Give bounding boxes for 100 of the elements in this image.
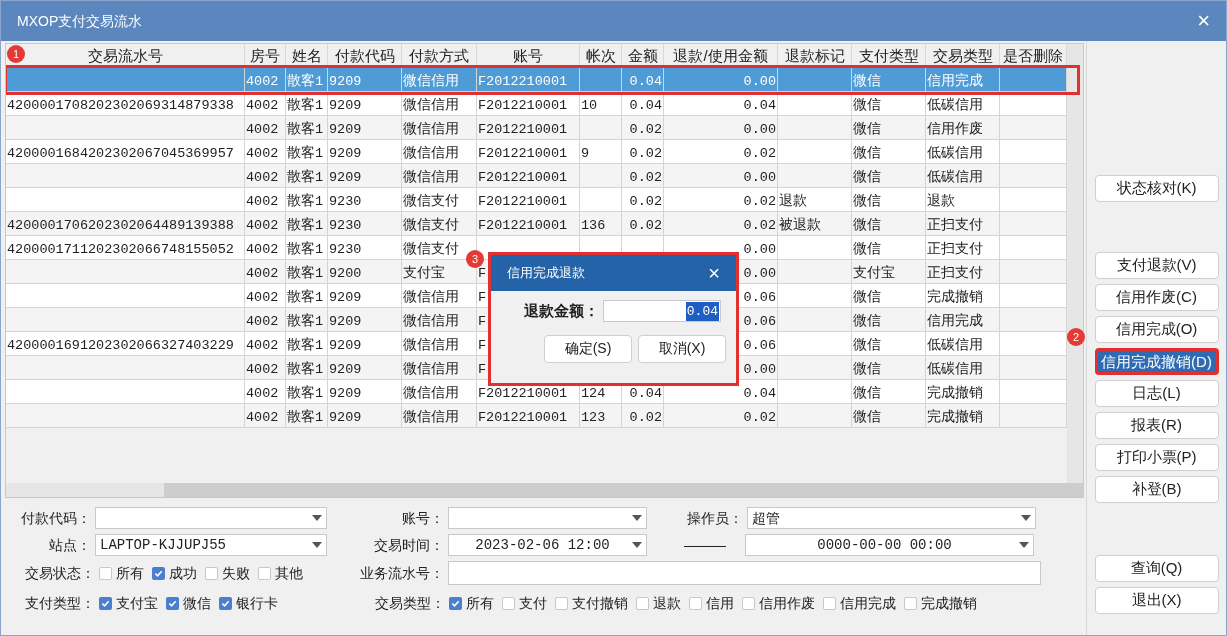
table-cell: 微信 [853, 98, 881, 113]
table-cell: 微信信用 [403, 122, 459, 137]
table-cell: 散客1 [287, 122, 324, 137]
dialog-title: 信用完成退款 [507, 264, 586, 283]
table-cell: 124 [581, 386, 606, 401]
table-cell: 4200001708202302069314879338 [7, 98, 234, 113]
table-cell: 完成撤销 [927, 290, 983, 305]
table-cell: 0.04 [743, 98, 776, 113]
table-cell: 0.02 [629, 194, 662, 209]
checkbox-label: 支付撤销 [572, 593, 628, 613]
table-cell: 散客1 [287, 266, 324, 281]
table-cell: 0.00 [743, 266, 776, 281]
table-cell: 9209 [329, 314, 362, 329]
table-cell: 散客1 [287, 74, 324, 89]
table-cell: 微信 [853, 338, 881, 353]
table-cell: 支付宝 [853, 266, 895, 281]
table-cell: 散客1 [287, 290, 324, 305]
table-cell: 9209 [329, 170, 362, 185]
table-cell: 10 [581, 98, 598, 113]
table-cell: 4200001684202302067045369957 [7, 146, 234, 161]
table-cell: 0.06 [743, 290, 776, 305]
table-cell: 4002 [246, 218, 279, 233]
table-cell: F [478, 314, 487, 329]
table-cell: 4002 [246, 338, 279, 353]
table-cell: 正扫支付 [927, 218, 983, 233]
field-label: 退款金额： [524, 301, 599, 321]
table-cell: 0.02 [629, 146, 662, 161]
table-cell: F2012210001 [478, 170, 568, 185]
table-cell: F [478, 266, 487, 281]
table-cell: 散客1 [287, 242, 324, 257]
table-cell: 完成撤销 [927, 386, 983, 401]
table-cell: 0.04 [629, 386, 662, 401]
table-cell: 微信 [853, 386, 881, 401]
range-separator: ——— [684, 535, 726, 555]
table-cell: 0.02 [629, 170, 662, 185]
checkbox-label: 支付宝 [116, 593, 158, 613]
table-cell: 微信 [853, 242, 881, 257]
checkbox-label: 退款 [653, 593, 681, 613]
table-cell: 微信信用 [403, 290, 459, 305]
table-cell: F [478, 290, 487, 305]
table-cell: 4002 [246, 410, 279, 425]
table-cell: 9230 [329, 218, 362, 233]
table-cell: 9209 [329, 338, 362, 353]
table-cell: 4002 [246, 122, 279, 137]
table-cell: 4002 [246, 266, 279, 281]
table-cell: F2012210001 [478, 194, 568, 209]
table-cell: 散客1 [287, 218, 324, 233]
table-cell: 9209 [329, 98, 362, 113]
table-cell: 0.06 [743, 338, 776, 353]
table-cell: 0.02 [743, 146, 776, 161]
table-cell: F2012210001 [478, 98, 568, 113]
table-cell: 微信 [853, 314, 881, 329]
table-cell: 0.02 [629, 410, 662, 425]
table-cell: 散客1 [287, 170, 324, 185]
table-cell: 0.00 [743, 74, 776, 89]
table-cell: 9209 [329, 290, 362, 305]
table-cell: 4002 [246, 170, 279, 185]
table-cell: 9209 [329, 122, 362, 137]
table-cell: 支付宝 [403, 266, 445, 281]
table-cell: 散客1 [287, 146, 324, 161]
table-cell: 4002 [246, 362, 279, 377]
table-cell: 微信信用 [403, 362, 459, 377]
field-label: 支付类型： [24, 593, 96, 613]
table-cell: 0.00 [743, 242, 776, 257]
table-cell: 9209 [329, 386, 362, 401]
table-cell: 4200001706202302064489139388 [7, 218, 234, 233]
table-cell: 微信 [853, 74, 881, 89]
table-cell: 123 [581, 410, 606, 425]
table-cell: 0.00 [743, 122, 776, 137]
checkbox-label: 微信 [183, 593, 211, 613]
field-label: 站点： [48, 535, 92, 555]
table-cell: 散客1 [287, 362, 324, 377]
checkbox-label: 其他 [275, 563, 303, 583]
table-cell: 4002 [246, 146, 279, 161]
table-cell: 微信信用 [403, 386, 459, 401]
table-cell: F2012210001 [478, 386, 568, 401]
table-cell: 微信信用 [403, 146, 459, 161]
table-cell: F2012210001 [478, 410, 568, 425]
table-cell: 低碳信用 [927, 362, 983, 377]
table-cell: 低碳信用 [927, 338, 983, 353]
table-cell: 微信 [853, 362, 881, 377]
table-cell: 退款 [927, 194, 955, 209]
table-cell: 信用完成 [927, 74, 983, 89]
table-cell: 散客1 [287, 98, 324, 113]
checkbox-label: 信用完成 [840, 593, 896, 613]
table-cell: 9209 [329, 410, 362, 425]
table-cell: 信用完成 [927, 314, 983, 329]
table-cell: 4002 [246, 290, 279, 305]
checkbox-label: 所有 [466, 593, 494, 613]
table-cell: 微信支付 [403, 218, 459, 233]
table-cell: 9209 [329, 146, 362, 161]
table-cell: 0.04 [629, 98, 662, 113]
checkbox-label: 成功 [169, 563, 197, 583]
table-cell: 0.02 [743, 218, 776, 233]
table-cell: F [478, 338, 487, 353]
table-cell: 散客1 [287, 386, 324, 401]
table-cell: 微信信用 [403, 338, 459, 353]
table-cell: 微信 [853, 170, 881, 185]
table-cell: 0.00 [743, 362, 776, 377]
table-cell: 微信 [853, 122, 881, 137]
